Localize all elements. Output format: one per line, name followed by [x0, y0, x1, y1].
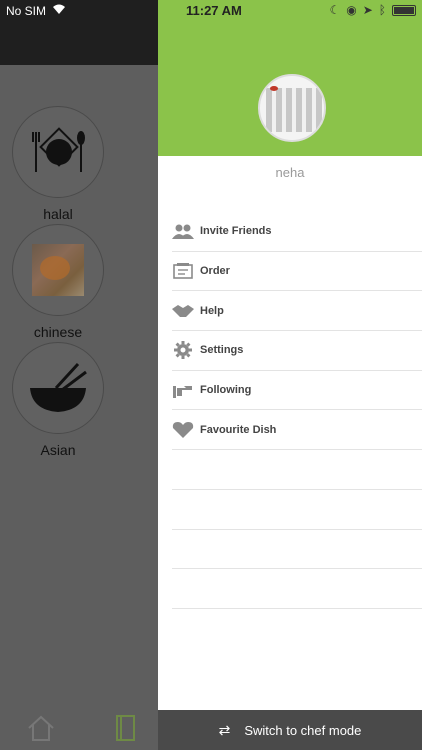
- menu-item-following[interactable]: Following: [172, 371, 422, 411]
- order-icon: [172, 262, 194, 280]
- menu-item-label: Following: [200, 384, 252, 397]
- plate-fork-spoon-icon: [32, 127, 85, 172]
- menu-divider: [172, 569, 422, 609]
- people-icon: [172, 222, 194, 240]
- home-icon[interactable]: [26, 714, 56, 747]
- main-content-dimmed[interactable]: halal chinese Asian: [0, 0, 158, 750]
- noodles-photo: [32, 244, 84, 296]
- gear-icon: [172, 341, 194, 360]
- drawer-header: [158, 0, 422, 156]
- tab-bar: [0, 710, 158, 750]
- avatar[interactable]: [258, 74, 326, 142]
- category-label: halal: [43, 206, 73, 222]
- menu-item-label: Settings: [200, 344, 244, 357]
- menu-item-label: Help: [200, 304, 224, 317]
- menu-item-help[interactable]: Help: [172, 291, 422, 332]
- wifi-icon: [52, 3, 66, 18]
- moon-icon: ☾: [329, 3, 341, 17]
- swap-arrows-icon: ⇄: [218, 721, 231, 738]
- category-halal[interactable]: halal: [12, 106, 104, 222]
- category-halal-circle: [12, 106, 104, 198]
- drawer-menu: Invite Friends Order Help Settings Follo…: [158, 212, 422, 609]
- following-icon: [172, 381, 194, 399]
- side-drawer: neha Invite Friends Order Help Settings: [158, 0, 422, 750]
- heart-icon: [172, 421, 194, 439]
- handshake-icon: [172, 302, 194, 320]
- menu-item-label: Invite Friends: [200, 225, 272, 238]
- category-chinese[interactable]: chinese: [12, 224, 104, 340]
- switch-label: Switch to chef mode: [244, 722, 362, 738]
- switch-to-chef-mode-button[interactable]: ⇄ Switch to chef mode: [158, 710, 422, 750]
- bluetooth-icon: ᛒ: [378, 3, 386, 17]
- lock-rotation-icon: ◉: [346, 3, 357, 17]
- status-bar: No SIM 11:27 AM ☾ ◉ ➤ ᛒ: [0, 0, 422, 22]
- menu-divider: [172, 530, 422, 570]
- category-asian-circle: [12, 342, 104, 434]
- menu-item-label: Order: [200, 265, 230, 278]
- user-name: neha: [275, 165, 305, 180]
- category-label: Asian: [40, 442, 76, 458]
- menu-item-invite-friends[interactable]: Invite Friends: [172, 212, 422, 252]
- carrier-label: No SIM: [6, 4, 47, 18]
- menu-item-favourite-dish[interactable]: Favourite Dish: [172, 410, 422, 451]
- menu-item-settings[interactable]: Settings: [172, 331, 422, 371]
- menu-item-order[interactable]: Order: [172, 252, 422, 292]
- category-asian[interactable]: Asian: [12, 342, 104, 458]
- book-icon[interactable]: [114, 714, 138, 747]
- category-label: chinese: [33, 324, 83, 340]
- battery-icon: [392, 4, 416, 16]
- status-time: 11:27 AM: [186, 3, 242, 18]
- menu-item-label: Favourite Dish: [200, 423, 277, 436]
- menu-divider: [172, 450, 422, 490]
- status-right: ☾ ◉ ➤ ᛒ: [329, 3, 416, 17]
- bowl-chopsticks-icon: [30, 362, 87, 412]
- location-icon: ➤: [362, 3, 373, 17]
- category-chinese-circle: [12, 224, 104, 316]
- menu-divider: [172, 490, 422, 530]
